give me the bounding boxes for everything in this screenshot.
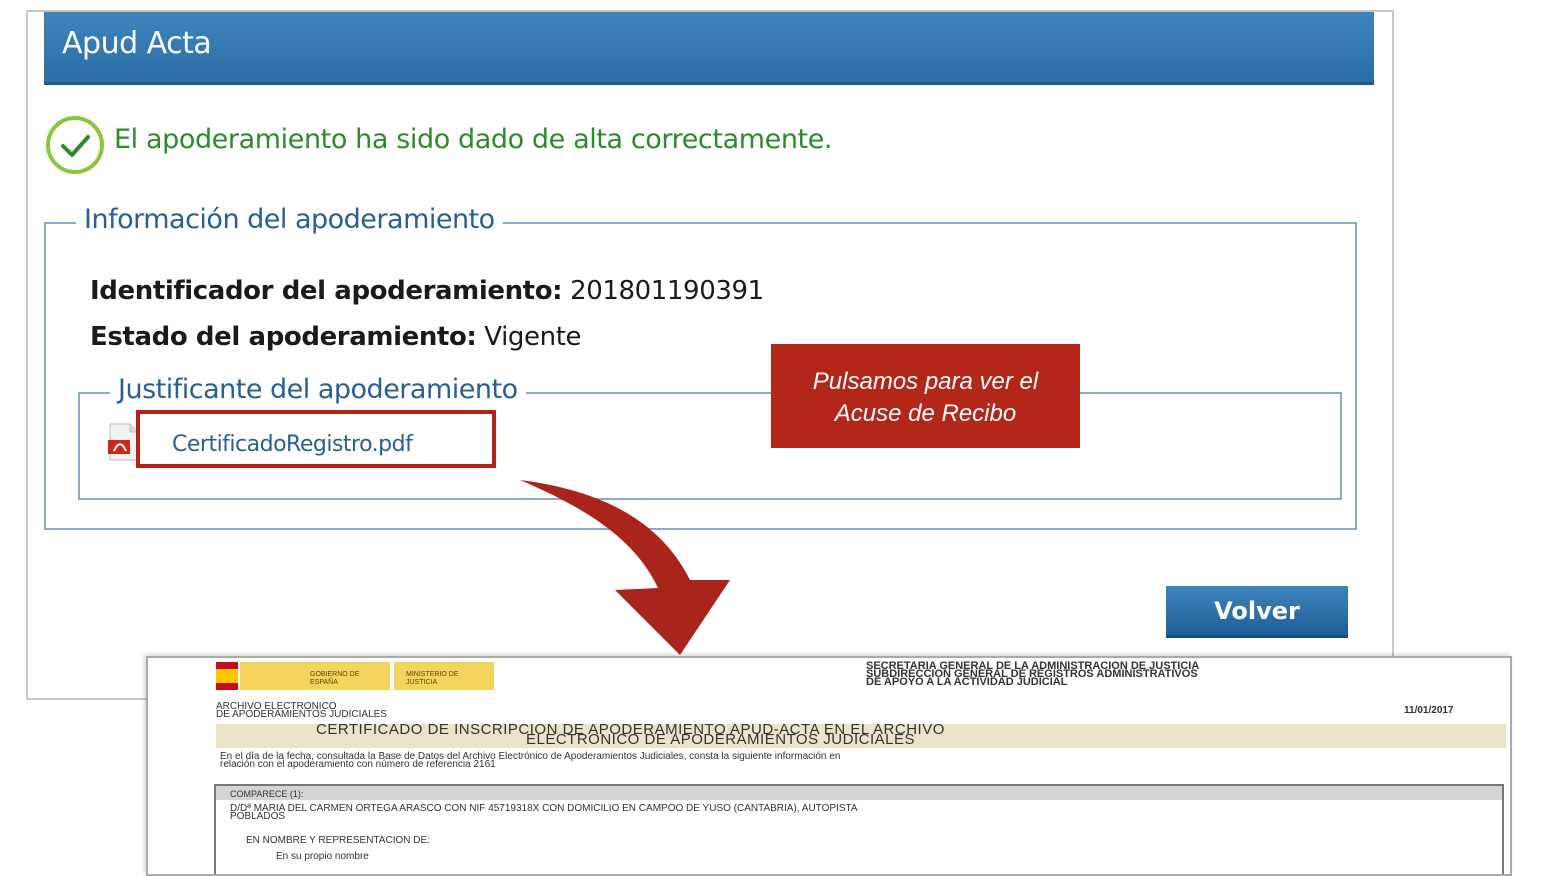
doc-header-line3: DE APOYO A LA ACTIVIDAD JUDICIAL [866,676,1068,688]
estado-label: Estado del apoderamiento: [90,322,477,352]
doc-archive-line2: DE APODERAMIENTOS JUDICIALES [216,709,387,720]
check-circle-icon [46,116,104,174]
panel-header: Apud Acta [44,12,1374,85]
info-legend: Información del apoderamiento [76,204,503,235]
comparece-line2: POBLADOS [230,811,286,822]
callout-line2: Acuse de Recibo [834,400,1017,427]
identificador-label: Identificador del apoderamiento: [90,276,563,306]
comparece-header-bar [216,786,1502,800]
representacion-label: EN NOMBRE Y REPRESENTACION DE: [246,835,430,846]
doc-title-line2: ELECTRONICO DE APODERAMIENTOS JUDICIALES [526,731,915,748]
spain-flag-icon [216,662,238,690]
highlight-box [136,410,496,468]
certificate-document: GOBIERNO DE ESPAÑA MINISTERIO DE JUSTICI… [146,656,1512,876]
identificador-value: 201801190391 [570,276,764,306]
success-message: El apoderamiento ha sido dado de alta co… [114,124,833,155]
curved-arrow-icon [520,480,730,655]
propio-nombre: En su propio nombre [276,851,369,862]
logo-gobierno-text: GOBIERNO DE ESPAÑA [310,671,360,686]
logo-ministerio-text: MINISTERIO DE JUSTICIA [406,671,459,686]
comparece-line1: D/Dª MARIA DEL CARMEN ORTEGA ARASCO CON … [230,803,858,814]
justificante-legend: Justificante del apoderamiento [110,374,526,405]
identificador-row: Identificador del apoderamiento: 2018011… [90,276,764,306]
logo-ministerio: MINISTERIO DE JUSTICIA [394,662,494,690]
volver-button[interactable]: Volver [1166,586,1348,638]
estado-value: Vigente [484,322,582,352]
callout-note: Pulsamos para ver el Acuse de Recibo [771,344,1080,448]
estado-row: Estado del apoderamiento: Vigente [90,322,582,352]
logo-gobierno: GOBIERNO DE ESPAÑA [240,662,390,690]
doc-intro-line2: relación con el apoderamiento con número… [220,759,496,770]
comparece-box: COMPARECE (1): D/Dª MARIA DEL CARMEN ORT… [214,784,1504,874]
panel-title: Apud Acta [62,26,212,61]
doc-date: 11/01/2017 [1404,705,1454,716]
pdf-icon [108,423,139,461]
comparece-header: COMPARECE (1): [230,789,304,799]
callout-line1: Pulsamos para ver el [812,368,1039,395]
